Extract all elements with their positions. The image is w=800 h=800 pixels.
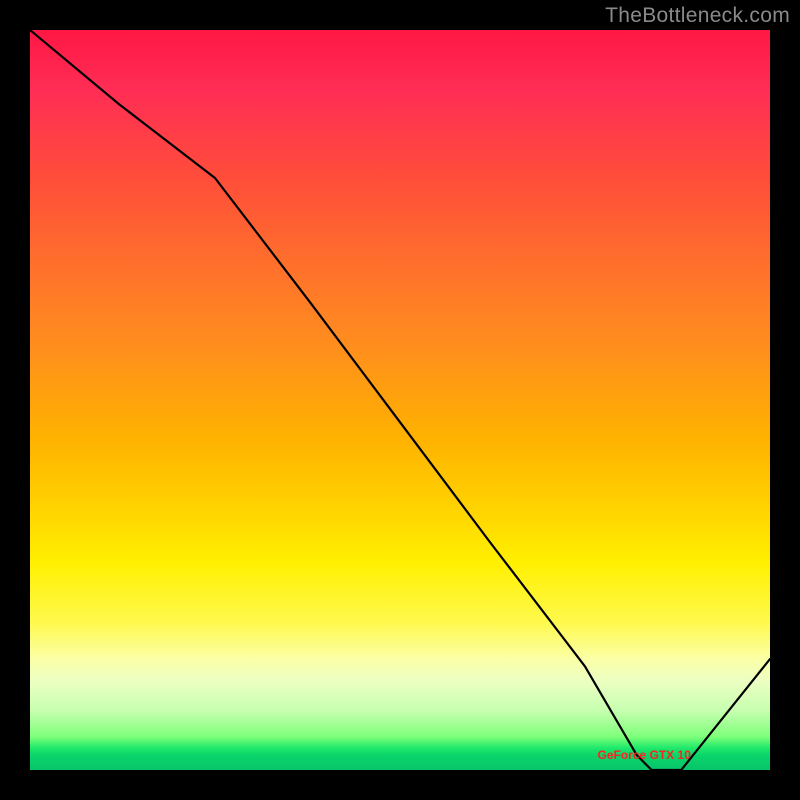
watermark-text: TheBottleneck.com xyxy=(605,4,790,28)
optimal-gpu-marker: GeForce GTX 10 xyxy=(598,748,691,762)
chart-line-layer xyxy=(30,30,770,770)
chart-plot-area: GeForce GTX 10 xyxy=(30,30,770,770)
bottleneck-curve xyxy=(30,30,770,770)
